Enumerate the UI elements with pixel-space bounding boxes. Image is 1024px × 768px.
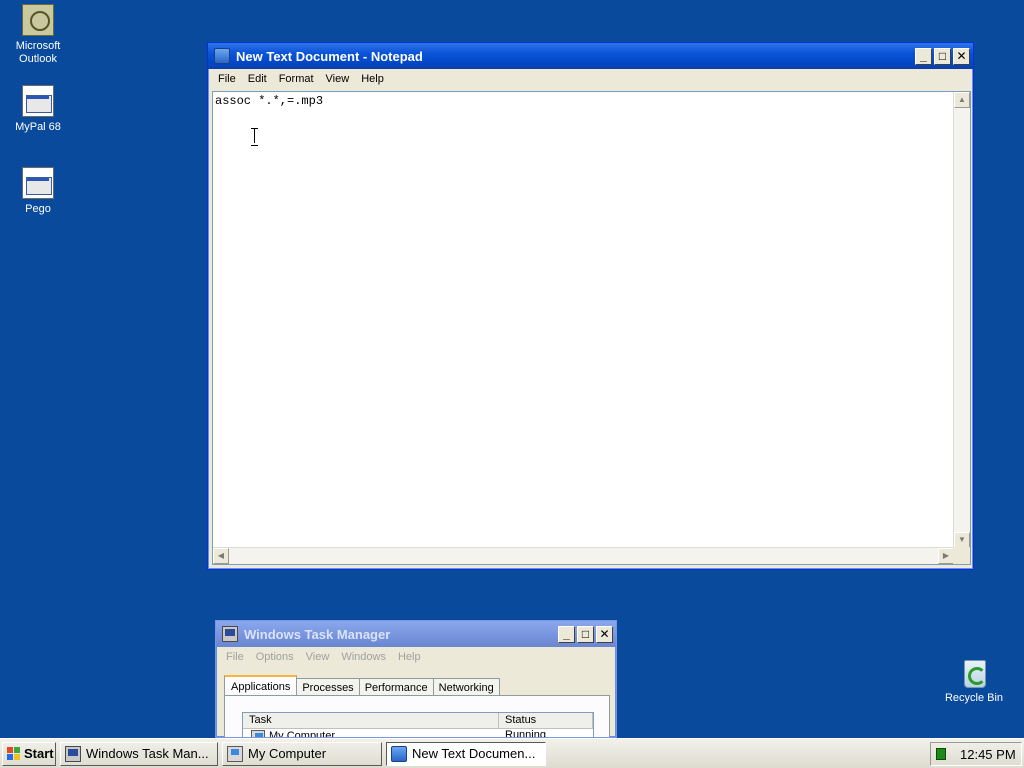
taskbar-button-my-computer[interactable]: My Computer	[222, 741, 382, 766]
document-text: assoc *.*,=.mp3	[215, 94, 324, 108]
desktop-icon-recycle-bin[interactable]: Recycle Bin	[936, 656, 1012, 705]
my-computer-icon	[251, 730, 265, 737]
menu-format[interactable]: Format	[273, 73, 320, 85]
task-manager-icon	[65, 745, 81, 762]
task-list-header: Task Status	[243, 713, 593, 729]
outlook-icon	[22, 4, 54, 36]
table-row[interactable]: My Computer Running	[243, 729, 593, 738]
taskbar-button-label: New Text Documen...	[412, 746, 536, 761]
window-title: Windows Task Manager	[244, 626, 391, 642]
clock[interactable]: 12:45 PM	[960, 747, 1016, 762]
desktop-icon-label: Pego	[25, 203, 51, 215]
task-status: Running	[505, 729, 546, 738]
desktop-icon-mypal[interactable]: MyPal 68	[0, 85, 76, 134]
my-computer-icon	[227, 745, 243, 762]
desktop-icon-label: MyPal 68	[15, 121, 61, 133]
task-manager-menubar: File Options View Windows Help	[216, 647, 616, 667]
task-list[interactable]: Task Status My Computer Running	[242, 712, 594, 738]
taskbar: Start Windows Task Man... My Computer Ne…	[0, 738, 1024, 768]
scroll-down-icon[interactable]: ▼	[954, 532, 970, 548]
text-cursor-icon	[251, 128, 259, 146]
task-manager-tabs: Applications Processes Performance Netwo…	[224, 674, 500, 698]
menu-view[interactable]: View	[320, 73, 356, 85]
tray-status-icon[interactable]	[936, 748, 946, 760]
taskbar-button-task-manager[interactable]: Windows Task Man...	[60, 741, 218, 766]
desktop-icon-microsoft-outlook[interactable]: Microsoft Outlook	[0, 4, 76, 66]
scroll-right-icon[interactable]: ▶	[938, 548, 954, 564]
task-name: My Computer	[269, 730, 336, 738]
start-button[interactable]: Start	[2, 741, 56, 766]
desktop-icon-label: Recycle Bin	[944, 692, 1004, 704]
notepad-titlebar[interactable]: New Text Document - Notepad _ □ ✕	[208, 43, 973, 69]
taskbar-button-label: My Computer	[248, 746, 327, 761]
menu-edit[interactable]: Edit	[242, 73, 273, 85]
desktop-icon-label: Microsoft	[15, 40, 61, 52]
notepad-window[interactable]: New Text Document - Notepad _ □ ✕ File E…	[207, 42, 974, 570]
notepad-icon	[214, 48, 230, 64]
task-manager-titlebar[interactable]: Windows Task Manager _ □ ✕	[216, 621, 616, 647]
maximize-button[interactable]: □	[934, 47, 951, 65]
vertical-scrollbar[interactable]: ▲ ▼	[953, 92, 970, 548]
task-manager-window[interactable]: Windows Task Manager _ □ ✕ File Options …	[215, 620, 617, 738]
start-label: Start	[24, 746, 54, 761]
application-icon	[22, 167, 54, 199]
scroll-up-icon[interactable]: ▲	[954, 92, 970, 108]
menu-windows[interactable]: Windows	[335, 651, 392, 663]
column-header-task[interactable]: Task	[243, 713, 499, 728]
close-button[interactable]: ✕	[953, 47, 970, 65]
menu-help[interactable]: Help	[392, 651, 427, 663]
notepad-icon	[391, 745, 407, 762]
scroll-left-icon[interactable]: ◀	[213, 548, 229, 564]
menu-file[interactable]: File	[220, 651, 250, 663]
notepad-text-area[interactable]: assoc *.*,=.mp3 ▲ ▼ ◀ ▶	[212, 91, 971, 565]
application-icon	[22, 85, 54, 117]
maximize-button[interactable]: □	[577, 625, 594, 643]
windows-logo-icon	[7, 747, 20, 760]
window-title: New Text Document - Notepad	[236, 48, 423, 64]
desktop-icon-label: Outlook	[19, 53, 57, 65]
column-header-status[interactable]: Status	[499, 713, 593, 728]
close-button[interactable]: ✕	[596, 625, 613, 643]
taskbar-button-notepad[interactable]: New Text Documen...	[386, 741, 546, 766]
notepad-menubar: File Edit Format View Help	[208, 69, 973, 89]
applications-panel: Task Status My Computer Running	[224, 695, 610, 738]
minimize-button[interactable]: _	[915, 47, 932, 65]
taskbar-button-label: Windows Task Man...	[86, 746, 209, 761]
menu-view[interactable]: View	[300, 651, 336, 663]
minimize-button[interactable]: _	[558, 625, 575, 643]
menu-file[interactable]: File	[212, 73, 242, 85]
menu-options[interactable]: Options	[250, 651, 300, 663]
horizontal-scrollbar[interactable]: ◀ ▶	[213, 547, 954, 564]
menu-help[interactable]: Help	[355, 73, 390, 85]
resize-grip-icon[interactable]	[953, 547, 970, 564]
recycle-bin-icon	[958, 656, 990, 688]
desktop-icon-pego[interactable]: Pego	[0, 167, 76, 216]
system-tray: 12:45 PM	[930, 742, 1022, 766]
task-manager-icon	[222, 626, 238, 642]
